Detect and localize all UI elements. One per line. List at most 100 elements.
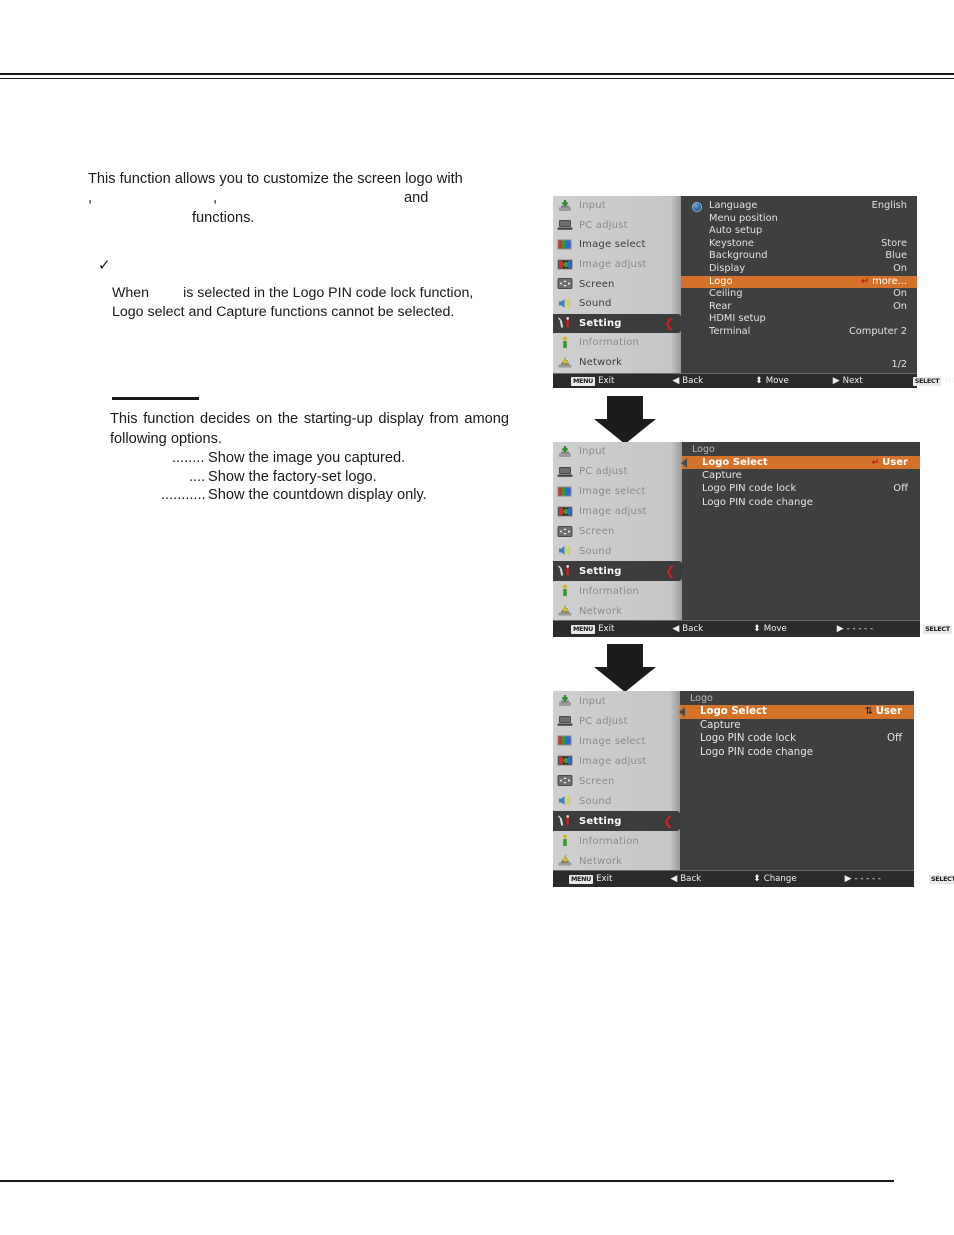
menu-item-logo-select[interactable]: Logo Select ⇅ User <box>679 705 914 719</box>
sound-icon <box>557 794 573 808</box>
page-indicator: 1/2 <box>891 359 907 370</box>
menu-item-label: Logo PIN code lock <box>700 733 797 745</box>
cmd-back[interactable]: ◀ Back <box>672 376 703 386</box>
image-select-icon <box>557 238 573 252</box>
cmd-exit[interactable]: MENU Exit <box>571 624 614 634</box>
menu-item-label: Logo PIN code change <box>702 496 813 508</box>
sidebar-item-setting[interactable]: Setting ❮ <box>553 561 682 582</box>
menu-item-display[interactable]: Display On <box>681 263 917 276</box>
sidebar-item-input[interactable]: Input <box>553 196 681 216</box>
cmd-next[interactable]: ▶ - - - - - <box>837 624 873 634</box>
select-key-badge: SELECT <box>923 624 952 634</box>
menu-item-rear[interactable]: Rear On <box>681 301 917 314</box>
sidebar-item-image-select[interactable]: Image select <box>553 731 680 751</box>
menu-item-ceiling[interactable]: Ceiling On <box>681 288 917 301</box>
sidebar-item-pc-adjust[interactable]: PC adjust <box>553 711 680 731</box>
sidebar-item-input[interactable]: Input <box>553 691 680 711</box>
menu-item-value: Off <box>886 733 902 745</box>
osd3-pane-title: Logo <box>690 693 713 704</box>
sidebar-item-image-adjust[interactable]: Image adjust <box>553 502 682 522</box>
sidebar-item-information[interactable]: Information <box>553 333 681 353</box>
sidebar-item-screen[interactable]: Screen <box>553 522 682 542</box>
sidebar-item-network[interactable]: Network <box>553 851 680 871</box>
menu-item-logo-pin-code-change[interactable]: Logo PIN code change <box>680 746 914 760</box>
cmd-change[interactable]: ⬍ Change <box>753 874 796 884</box>
sidebar-item-image-adjust[interactable]: Image adjust <box>553 255 681 275</box>
menu-item-capture[interactable]: Capture <box>682 469 920 482</box>
left-arrow-icon: ◀ <box>670 873 678 884</box>
sidebar-item-setting[interactable]: Setting ❮ <box>553 811 680 831</box>
cmd-select[interactable]: SELECT Select <box>928 874 954 884</box>
cmd-exit[interactable]: MENU Exit <box>571 376 614 386</box>
option-description: Show the countdown display only. <box>208 487 427 503</box>
sidebar-item-network[interactable]: Network <box>553 353 681 373</box>
menu-item-label: Keystone <box>709 237 754 249</box>
cmd-back[interactable]: ◀ Back <box>672 624 703 634</box>
right-arrow-icon: ▶ <box>832 375 840 386</box>
chevron-left-icon: ❮ <box>664 564 675 579</box>
menu-item-logo-select[interactable]: Logo Select ↵ User <box>681 456 920 470</box>
sidebar-item-image-adjust[interactable]: Image adjust <box>553 751 680 771</box>
updown-arrow-icon: ⬍ <box>753 873 761 884</box>
image-adjust-icon <box>557 754 573 768</box>
network-icon <box>557 854 573 868</box>
menu-item-language[interactable]: Language English <box>681 200 917 213</box>
option-row: ........... Show the countdown display o… <box>110 486 510 505</box>
osd3-content-pane: Logo Logo Select ⇅ User Capture Logo PIN cod… <box>679 691 914 871</box>
menu-item-logo-pin-code-lock[interactable]: Logo PIN code lock Off <box>680 732 914 746</box>
sidebar-item-setting[interactable]: Setting ❮ <box>553 313 681 334</box>
option-leader: ........... <box>161 487 206 503</box>
menu-item-background[interactable]: Background Blue <box>681 250 917 263</box>
cmd-exit[interactable]: MENU Exit <box>569 874 612 884</box>
sidebar-item-label: Sound <box>579 795 612 807</box>
sidebar-item-pc-adjust[interactable]: PC adjust <box>553 216 681 236</box>
sidebar-item-label: PC adjust <box>579 715 628 727</box>
sidebar-item-information[interactable]: Information <box>553 581 682 601</box>
sidebar-item-sound[interactable]: Sound <box>553 294 681 314</box>
cmd-next[interactable]: ▶ Next <box>833 376 863 386</box>
sidebar-item-label: Setting <box>579 815 622 827</box>
sidebar-item-input[interactable]: Input <box>553 442 682 462</box>
sidebar-item-screen[interactable]: Screen <box>553 771 680 791</box>
cmd-back-label: Back <box>682 376 704 386</box>
cmd-next[interactable]: ▶ - - - - - <box>845 874 881 884</box>
updown-arrow-icon: ⬍ <box>753 623 761 634</box>
menu-item-logo-pin-code-lock[interactable]: Logo PIN code lock Off <box>682 482 920 495</box>
menu-item-logo-pin-code-change[interactable]: Logo PIN code change <box>682 496 920 509</box>
menu-item-label: Capture <box>700 719 741 731</box>
menu-item-menu-position[interactable]: Menu position <box>681 213 917 226</box>
osd1-content-pane: Language English Menu position Auto setup Ke… <box>681 196 917 374</box>
sidebar-item-label: Image adjust <box>579 755 647 767</box>
sidebar-item-label: Information <box>579 835 640 847</box>
input-icon <box>557 199 573 213</box>
osd2-pane-title: Logo <box>692 444 715 455</box>
menu-item-value: On <box>893 288 907 300</box>
cmd-select[interactable]: SELECT Next <box>912 376 954 386</box>
sidebar-item-screen[interactable]: Screen <box>553 274 681 294</box>
menu-item-terminal[interactable]: Terminal Computer 2 <box>681 326 917 339</box>
cmd-select[interactable]: SELECT Next <box>923 624 954 634</box>
menu-item-capture[interactable]: Capture <box>680 719 914 733</box>
sidebar-item-information[interactable]: Information <box>553 831 680 851</box>
cmd-move[interactable]: ⬍ Move <box>753 624 787 634</box>
sidebar-item-sound[interactable]: Sound <box>553 791 680 811</box>
cmd-move[interactable]: ⬍ Move <box>755 376 789 386</box>
option-description: Show the factory-set logo. <box>208 468 377 485</box>
sidebar-item-label: Information <box>579 585 640 597</box>
sidebar-item-network[interactable]: Network <box>553 601 682 621</box>
menu-item-auto-setup[interactable]: Auto setup <box>681 225 917 238</box>
menu-item-hdmi-setup[interactable]: HDMI setup <box>681 313 917 326</box>
sidebar-item-sound[interactable]: Sound <box>553 541 682 561</box>
intro-seg3: functions. <box>192 210 255 226</box>
screen-icon <box>557 277 573 291</box>
sidebar-item-pc-adjust[interactable]: PC adjust <box>553 462 682 482</box>
menu-item-logo[interactable]: Logo ↵ more... <box>681 275 917 289</box>
sidebar-item-label: Screen <box>579 278 615 290</box>
menu-item-keystone[interactable]: Keystone Store <box>681 238 917 251</box>
sidebar-item-image-select[interactable]: Image select <box>553 235 681 255</box>
cmd-back-label: Back <box>680 874 702 884</box>
sidebar-item-image-select[interactable]: Image select <box>553 482 682 502</box>
cmd-back[interactable]: ◀ Back <box>670 874 701 884</box>
menu-item-label: Capture <box>702 470 742 482</box>
sidebar-item-label: Sound <box>579 545 612 557</box>
